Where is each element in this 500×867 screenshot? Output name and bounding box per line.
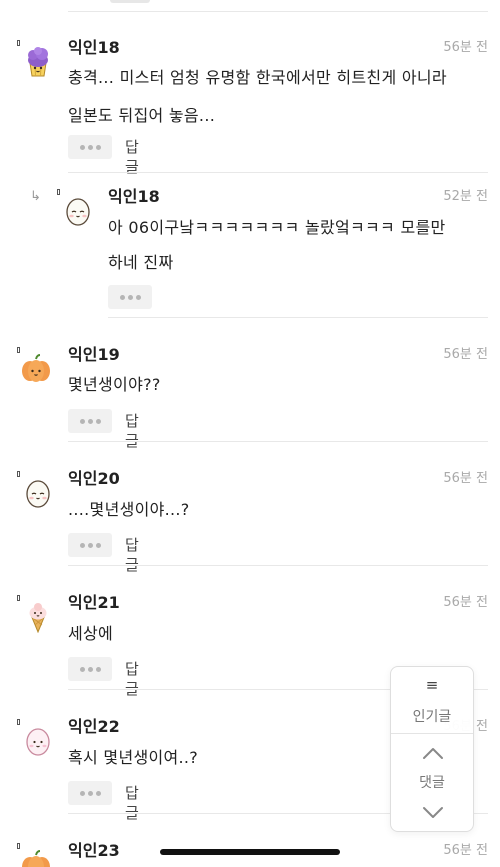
divider bbox=[391, 733, 473, 734]
comment-marker-icon bbox=[17, 471, 20, 477]
comment-nickname[interactable]: 익인21 bbox=[68, 593, 120, 613]
egg-face-avatar-icon bbox=[62, 195, 94, 227]
comment-timestamp: 56분 전 bbox=[443, 40, 488, 55]
pink-egg-avatar-icon bbox=[22, 725, 54, 757]
comment-text-line: 세상에 bbox=[68, 624, 114, 643]
chevron-down-icon[interactable] bbox=[419, 805, 447, 821]
previous-comment-more-button[interactable] bbox=[110, 0, 150, 3]
pumpkin-avatar-icon bbox=[20, 849, 52, 867]
popular-posts-button[interactable]: 인기글 bbox=[391, 707, 473, 727]
comment-timestamp: 56분 전 bbox=[443, 471, 488, 486]
reply-button[interactable]: 답글 bbox=[125, 659, 139, 699]
comment-marker-icon bbox=[17, 719, 20, 725]
more-options-button[interactable] bbox=[68, 781, 112, 805]
pumpkin-avatar-icon bbox=[20, 353, 52, 385]
comment-text-line: 아 06이구낰ㅋㅋㅋㅋㅋㅋㅋ 놀랐엌ㅋㅋㅋ 모를만 bbox=[108, 218, 446, 237]
reply-button[interactable]: 답글 bbox=[125, 411, 139, 451]
comment-timestamp: 56분 전 bbox=[443, 595, 488, 610]
comment-nickname[interactable]: 익인23 bbox=[68, 841, 120, 861]
comment-marker-icon bbox=[57, 189, 60, 195]
menu-icon[interactable]: ≡ bbox=[391, 675, 473, 695]
more-options-button[interactable] bbox=[68, 135, 112, 159]
comment-timestamp: 56분 전 bbox=[443, 347, 488, 362]
more-options-button[interactable] bbox=[68, 657, 112, 681]
divider bbox=[68, 11, 488, 12]
comment-timestamp: 56분 전 bbox=[443, 843, 488, 858]
more-options-button[interactable] bbox=[68, 533, 112, 557]
reply-button[interactable]: 답글 bbox=[125, 535, 139, 575]
divider bbox=[68, 172, 488, 173]
comment-timestamp: 52분 전 bbox=[443, 189, 488, 204]
comment-nickname[interactable]: 익인19 bbox=[68, 345, 120, 365]
reply-button[interactable]: 답글 bbox=[125, 137, 139, 177]
comments-button[interactable]: 댓글 bbox=[391, 773, 473, 793]
comment-text-line: 몇년생이야?? bbox=[68, 375, 161, 394]
comment-text-line: 충격... 미스터 엄청 유명함 한국에서만 히트친게 아니라 bbox=[68, 68, 447, 87]
floating-nav-panel: ≡ 인기글 댓글 bbox=[390, 666, 474, 832]
comment-nickname[interactable]: 익인22 bbox=[68, 717, 120, 737]
reply-button[interactable]: 답글 bbox=[125, 783, 139, 823]
comment-text-line: 일본도 뒤집어 놓음... bbox=[68, 106, 216, 125]
comment-marker-icon bbox=[17, 40, 20, 46]
divider bbox=[68, 441, 488, 442]
comment-marker-icon bbox=[17, 595, 20, 601]
more-options-button[interactable] bbox=[108, 285, 152, 309]
comment-nickname[interactable]: 익인18 bbox=[68, 38, 120, 58]
comment-nickname[interactable]: 익인18 bbox=[108, 187, 160, 207]
egg-face-avatar-icon bbox=[22, 477, 54, 509]
comment-text-line: 하네 진짜 bbox=[108, 253, 174, 272]
reply-arrow-icon: ↳ bbox=[30, 189, 41, 204]
divider bbox=[68, 565, 488, 566]
more-options-button[interactable] bbox=[68, 409, 112, 433]
purple-cupcake-avatar-icon bbox=[22, 46, 54, 78]
divider bbox=[108, 317, 488, 318]
ice-cream-cone-avatar-icon bbox=[22, 601, 54, 633]
home-indicator[interactable] bbox=[160, 849, 340, 855]
comment-text-line: ....몇년생이야...? bbox=[68, 500, 190, 519]
chevron-up-icon[interactable] bbox=[419, 745, 447, 761]
comment-nickname[interactable]: 익인20 bbox=[68, 469, 120, 489]
